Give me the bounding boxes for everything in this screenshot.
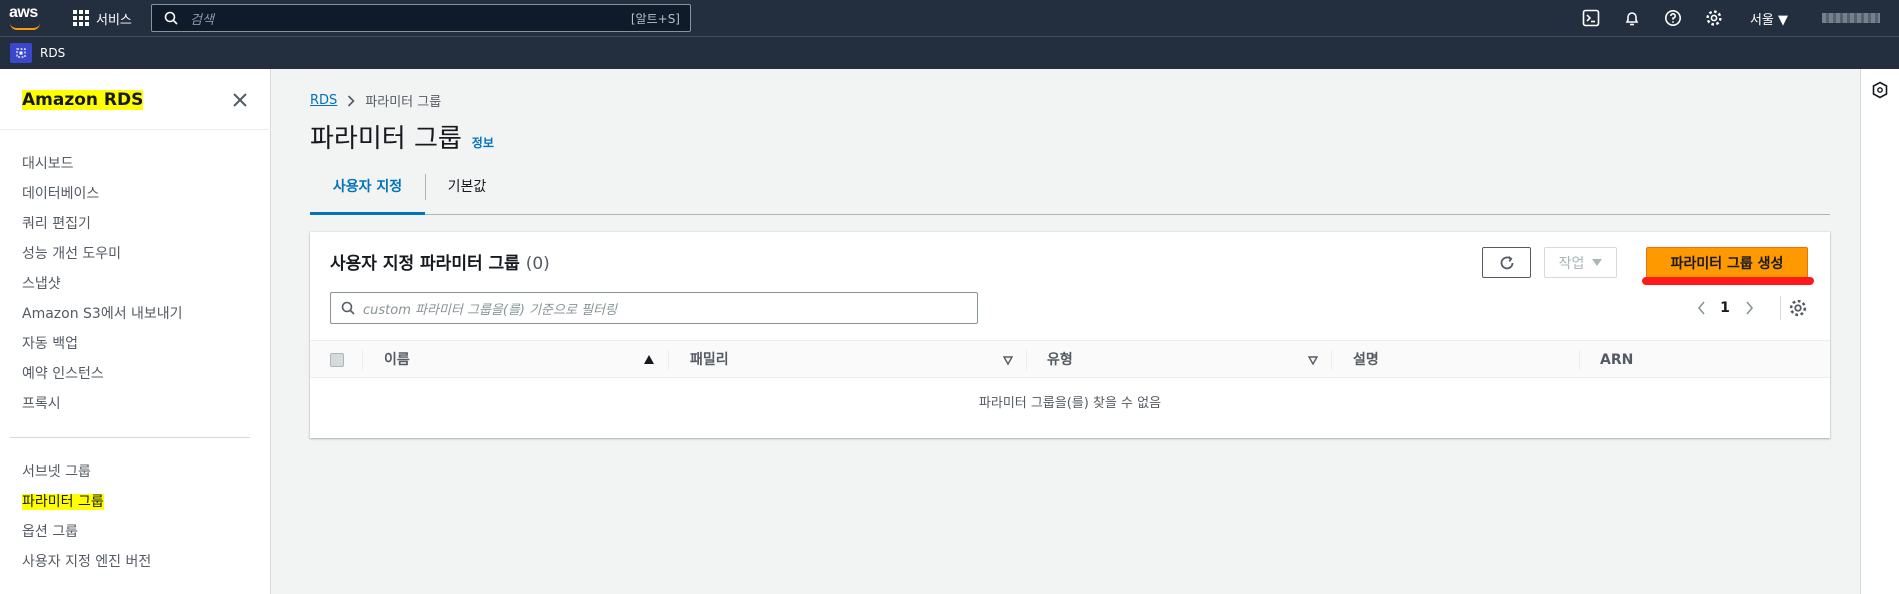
column-divider: [362, 350, 363, 370]
aws-logo[interactable]: aws: [9, 4, 43, 32]
sidebar-secondary-list: 서브넷 그룹 파라미터 그룹 옵션 그룹 사용자 지정 엔진 버전: [22, 457, 151, 577]
search-placeholder: 검색: [190, 12, 214, 28]
sort-icon[interactable]: [1308, 356, 1318, 365]
services-menu-button[interactable]: 서비스: [73, 7, 132, 29]
sidebar-item-parameter-groups-label: 파라미터 그룹: [22, 494, 104, 510]
sidebar-item-performance-insights[interactable]: 성능 개선 도우미: [22, 239, 183, 269]
settings-gear-icon[interactable]: [1704, 8, 1724, 28]
table-header: 이름 패밀리 유형 설명 ARN: [310, 340, 1830, 378]
column-divider: [1026, 350, 1027, 370]
panel-title: 사용자 지정 파라미터 그룹 (0): [330, 249, 550, 274]
account-menu-redacted[interactable]: [1822, 13, 1880, 23]
sort-ascending-icon[interactable]: [644, 355, 654, 364]
tab-custom[interactable]: 사용자 지정: [310, 168, 425, 215]
services-label: 서비스: [96, 12, 132, 28]
column-header-type[interactable]: 유형: [1047, 341, 1073, 379]
filter-placeholder: custom 파라미터 그룹을(를) 기준으로 필터링: [363, 302, 617, 318]
sort-icon[interactable]: [1003, 356, 1013, 365]
sidebar-divider: [0, 129, 271, 130]
column-header-arn[interactable]: ARN: [1600, 341, 1633, 379]
favorites-bar: RDS: [0, 36, 1899, 69]
feedback-hexagon-icon[interactable]: [1871, 81, 1889, 99]
close-icon[interactable]: [231, 91, 249, 109]
parameter-groups-panel: 사용자 지정 파라미터 그룹 (0) 작업 파라미터 그룹 생성 custom …: [310, 232, 1830, 438]
breadcrumb: RDS 파라미터 그룹: [310, 91, 441, 110]
sidebar-item-subnet-groups[interactable]: 서브넷 그룹: [22, 457, 151, 487]
sidebar-item-proxies[interactable]: 프록시: [22, 389, 183, 419]
empty-state-message: 파라미터 그룹을(를) 찾을 수 없음: [978, 396, 1162, 411]
sidebar-title[interactable]: Amazon RDS: [22, 90, 144, 110]
filter-input[interactable]: custom 파라미터 그룹을(를) 기준으로 필터링: [330, 292, 978, 324]
column-header-name[interactable]: 이름: [384, 341, 410, 379]
sidebar-item-automated-backups[interactable]: 자동 백업: [22, 329, 183, 359]
previous-page-button[interactable]: [1690, 301, 1712, 315]
chevron-right-icon: [348, 94, 355, 107]
panel-title-text: 사용자 지정 파라미터 그룹: [330, 254, 520, 274]
pagination-divider: [1780, 296, 1781, 320]
top-navigation: aws 서비스 검색 [알트+S] 서울 ▼: [0, 0, 1899, 36]
panel-count: (0): [525, 254, 550, 274]
notifications-bell-icon[interactable]: [1622, 8, 1642, 28]
actions-label: 작업: [1558, 255, 1585, 272]
actions-dropdown-button[interactable]: 작업: [1544, 247, 1617, 278]
aws-smile-icon: [10, 23, 40, 30]
red-annotation-underline: [1642, 277, 1814, 285]
sidebar-item-dashboard[interactable]: 대시보드: [22, 149, 183, 179]
sidebar-primary-list: 대시보드 데이터베이스 쿼리 편집기 성능 개선 도우미 스냅샷 Amazon …: [22, 149, 183, 419]
region-selector[interactable]: 서울 ▼: [1750, 9, 1788, 28]
page-header: 파라미터 그룹 정보: [310, 118, 494, 155]
pagination: 1: [1690, 296, 1760, 320]
breadcrumb-rds-link[interactable]: RDS: [310, 93, 337, 108]
next-page-button[interactable]: [1738, 301, 1760, 315]
refresh-button[interactable]: [1482, 247, 1531, 278]
column-divider: [1579, 350, 1580, 370]
breadcrumb-current: 파라미터 그룹: [365, 95, 442, 110]
rds-favorite-link[interactable]: RDS: [10, 43, 65, 63]
sidebar-item-s3-exports[interactable]: Amazon S3에서 내보내기: [22, 299, 183, 329]
table-preferences-gear-icon[interactable]: [1788, 298, 1808, 318]
grid-icon: [73, 10, 89, 26]
sidebar-title-text: Amazon RDS: [22, 90, 144, 110]
create-parameter-group-button[interactable]: 파라미터 그룹 생성: [1646, 247, 1808, 278]
cloudshell-icon[interactable]: [1581, 8, 1601, 28]
global-search-input[interactable]: 검색 [알트+S]: [151, 4, 691, 32]
column-header-description[interactable]: 설명: [1353, 341, 1379, 379]
chevron-right-icon: [1745, 301, 1753, 315]
sidebar-item-option-groups[interactable]: 옵션 그룹: [22, 517, 151, 547]
page-title: 파라미터 그룹: [310, 124, 462, 154]
sidebar-divider: [10, 437, 250, 438]
right-utility-rail: [1860, 69, 1899, 594]
sidebar-item-databases[interactable]: 데이터베이스: [22, 179, 183, 209]
sidebar-item-reserved-instances[interactable]: 예약 인스턴스: [22, 359, 183, 389]
sidebar-item-parameter-groups[interactable]: 파라미터 그룹: [22, 487, 151, 517]
tab-default[interactable]: 기본값: [426, 168, 508, 215]
help-icon[interactable]: [1663, 8, 1683, 28]
search-icon: [164, 11, 178, 25]
tab-list: 사용자 지정 기본값: [310, 168, 1830, 215]
caret-down-icon: [1592, 258, 1603, 266]
sidebar-item-snapshots[interactable]: 스냅샷: [22, 269, 183, 299]
search-icon: [341, 301, 355, 315]
aws-logo-text: aws: [9, 4, 38, 21]
left-sidebar: Amazon RDS 대시보드 데이터베이스 쿼리 편집기 성능 개선 도우미 …: [0, 69, 271, 594]
column-divider: [668, 350, 669, 370]
top-right-controls: 서울 ▼: [1560, 0, 1899, 36]
column-header-family[interactable]: 패밀리: [690, 341, 729, 379]
rds-service-icon: [10, 43, 32, 63]
sidebar-item-query-editor[interactable]: 쿼리 편집기: [22, 209, 183, 239]
column-divider: [1331, 350, 1332, 370]
sidebar-item-custom-engine-versions[interactable]: 사용자 지정 엔진 버전: [22, 547, 151, 577]
select-all-checkbox[interactable]: [330, 353, 344, 367]
chevron-left-icon: [1697, 301, 1705, 315]
search-shortcut: [알트+S]: [630, 11, 680, 26]
info-link[interactable]: 정보: [472, 134, 494, 151]
rds-favorite-label: RDS: [40, 46, 66, 60]
page-number[interactable]: 1: [1712, 300, 1738, 316]
refresh-icon: [1500, 255, 1513, 269]
